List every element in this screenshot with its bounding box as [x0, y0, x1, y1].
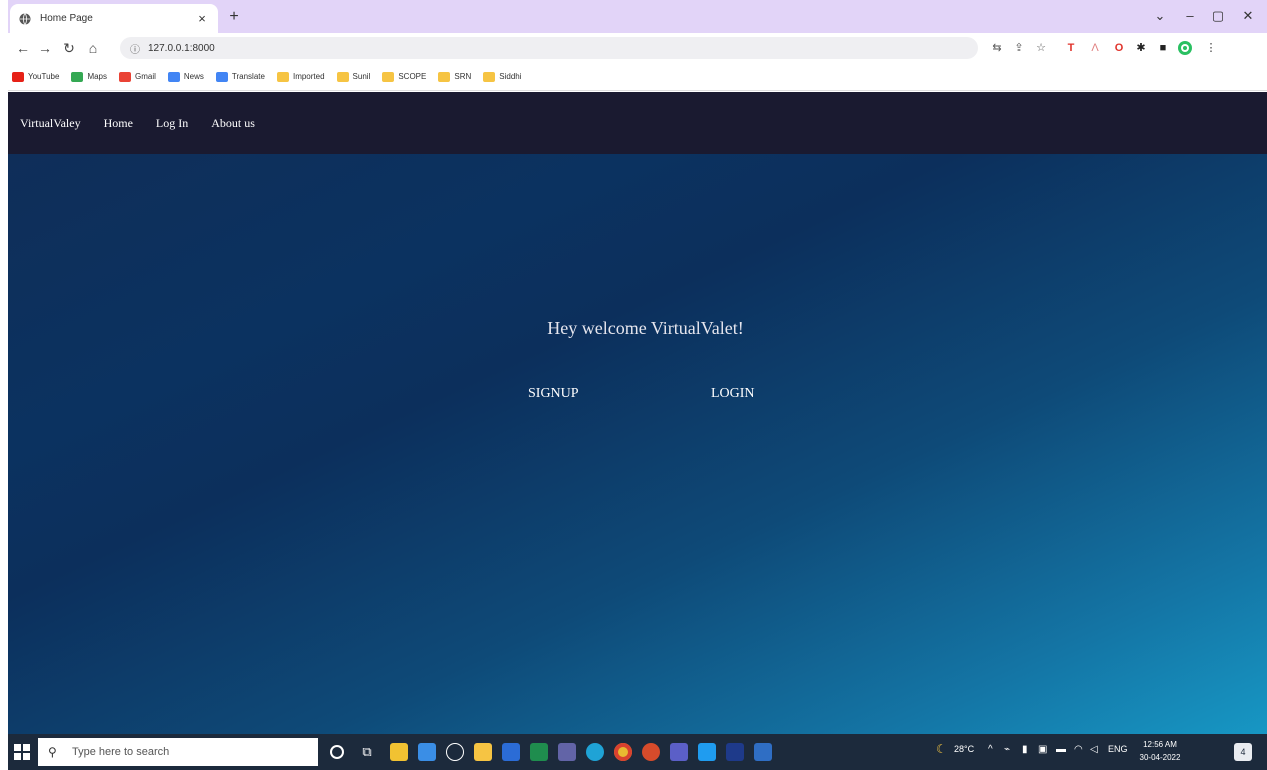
taskbar-search-box[interactable]: ⚲ Type here to search	[38, 738, 318, 766]
bookmark-sunil[interactable]: Sunil	[336, 71, 370, 82]
bookmark-siddhi[interactable]: Siddhi	[483, 71, 522, 82]
edge-icon[interactable]	[586, 743, 604, 761]
clock-time: 12:56 AM	[1143, 740, 1177, 749]
notification-center-icon[interactable]: 4	[1234, 743, 1252, 761]
globe-icon	[18, 12, 32, 26]
bookmark-srn[interactable]: SRN	[438, 71, 471, 82]
brand-link[interactable]: VirtualValey	[20, 116, 81, 131]
notification-count: 4	[1240, 747, 1246, 757]
mail-icon[interactable]	[418, 743, 436, 761]
windows-start-icon[interactable]	[14, 744, 30, 760]
hero-section: Hey welcome VirtualValet! SIGNUP LOGIN	[8, 154, 1267, 734]
volume-icon[interactable]: ◁	[1090, 744, 1098, 755]
extension-tp-icon[interactable]: T	[1064, 41, 1078, 55]
info-icon[interactable]: ⓘ	[130, 41, 144, 56]
address-url: 127.0.0.1:8000	[148, 42, 215, 54]
extensions-puzzle-icon[interactable]: ✱	[1134, 41, 1148, 55]
bookmark-maps[interactable]: Maps	[71, 71, 107, 82]
tab-search-icon[interactable]: ⌄	[1148, 6, 1172, 26]
home-icon[interactable]: ⌂	[84, 39, 102, 57]
restore-button[interactable]: ▢	[1206, 6, 1230, 26]
powershell-icon[interactable]	[726, 743, 744, 761]
teams-icon[interactable]	[558, 743, 576, 761]
folder-icon	[438, 71, 451, 82]
bookmarks-bar: YouTube Maps Gmail News Translate Import…	[8, 63, 1267, 91]
microphone-icon[interactable]: ▮	[1022, 744, 1028, 755]
task-view-icon[interactable]: ⧉	[358, 743, 376, 761]
visual-studio-icon[interactable]	[670, 743, 688, 761]
site-navbar: VirtualValey Home Log In About us	[8, 92, 1267, 154]
back-icon[interactable]: ←	[14, 39, 32, 57]
folder-icon	[382, 71, 395, 82]
tray-app-icon[interactable]: ▣	[1038, 744, 1047, 755]
tab-strip: Home Page × + ⌄ – ▢ ✕	[8, 0, 1267, 33]
login-button[interactable]: LOGIN	[711, 386, 755, 402]
profile-avatar-icon[interactable]	[1178, 41, 1192, 55]
nav-home-link[interactable]: Home	[104, 116, 133, 131]
close-tab-icon[interactable]: ×	[194, 11, 210, 26]
powerpoint-icon[interactable]	[642, 743, 660, 761]
search-placeholder: Type here to search	[72, 746, 170, 758]
photos-icon[interactable]	[754, 743, 772, 761]
excel-icon[interactable]	[530, 743, 548, 761]
tab-title: Home Page	[40, 13, 93, 24]
side-panel-icon[interactable]: ■	[1156, 41, 1170, 55]
forward-icon[interactable]: →	[36, 39, 54, 57]
store-icon[interactable]	[390, 743, 408, 761]
close-window-button[interactable]: ✕	[1236, 6, 1260, 26]
file-explorer-icon[interactable]	[474, 743, 492, 761]
bookmark-news[interactable]: News	[167, 71, 204, 82]
signup-button[interactable]: SIGNUP	[528, 386, 579, 402]
browser-menu-icon[interactable]: ⋮	[1204, 41, 1218, 55]
maps-icon	[71, 71, 84, 82]
welcome-heading: Hey welcome VirtualValet!	[547, 318, 744, 338]
bookmark-scope[interactable]: SCOPE	[382, 71, 426, 82]
share-icon[interactable]: ⇪	[1012, 41, 1026, 55]
bookmark-imported[interactable]: Imported	[276, 71, 325, 82]
youtube-icon	[12, 71, 24, 82]
battery-icon[interactable]: ▬	[1056, 744, 1066, 755]
search-icon: ⚲	[48, 745, 57, 759]
chrome-icon[interactable]	[614, 743, 632, 761]
address-bar[interactable]: ⓘ 127.0.0.1:8000	[120, 37, 978, 59]
weather-temp[interactable]: 28°C	[954, 744, 974, 754]
network-icon[interactable]: ⌁	[1004, 744, 1010, 755]
browser-toolbar: ← → ↻ ⌂ ⓘ 127.0.0.1:8000 ⇆ ⇪ ☆ T Λ O ✱ ■…	[8, 33, 1267, 63]
bookmark-translate[interactable]: Translate	[215, 71, 265, 82]
nav-about-link[interactable]: About us	[211, 116, 255, 131]
browser-tab[interactable]: Home Page ×	[10, 4, 218, 33]
cortana-icon[interactable]	[330, 745, 344, 759]
clock-date: 30-04-2022	[1139, 753, 1181, 762]
extension-a-icon[interactable]: Λ	[1088, 41, 1102, 55]
minimize-button[interactable]: –	[1178, 6, 1202, 26]
weather-icon[interactable]: ☾	[936, 742, 947, 756]
word-icon[interactable]	[502, 743, 520, 761]
bookmark-gmail[interactable]: Gmail	[119, 71, 156, 82]
language-indicator[interactable]: ENG	[1108, 744, 1128, 754]
bookmark-star-icon[interactable]: ☆	[1034, 41, 1048, 55]
translate-icon[interactable]: ⇆	[990, 41, 1004, 55]
folder-icon	[336, 71, 349, 82]
translate-bookmark-icon	[215, 71, 228, 82]
folder-icon	[276, 71, 289, 82]
extension-opera-icon[interactable]: O	[1112, 41, 1126, 55]
nav-login-link[interactable]: Log In	[156, 116, 188, 131]
dell-icon[interactable]	[446, 743, 464, 761]
browser-window: Home Page × + ⌄ – ▢ ✕ ← → ↻ ⌂ ⓘ 127.0.0.…	[8, 0, 1267, 770]
new-tab-button[interactable]: +	[225, 8, 243, 26]
wifi-icon[interactable]: ◠	[1074, 744, 1083, 755]
news-icon	[167, 71, 180, 82]
system-clock[interactable]: 12:56 AM 30-04-2022	[1136, 738, 1184, 764]
windows-taskbar: ⚲ Type here to search ⧉ ☾ 28°C ^ ⌁ ▮ ▣ ▬…	[8, 734, 1267, 770]
reload-icon[interactable]: ↻	[60, 39, 78, 57]
vscode-icon[interactable]	[698, 743, 716, 761]
folder-icon	[483, 71, 496, 82]
gmail-icon	[119, 71, 131, 82]
bookmark-youtube[interactable]: YouTube	[12, 71, 59, 82]
tray-chevron-icon[interactable]: ^	[988, 744, 993, 755]
